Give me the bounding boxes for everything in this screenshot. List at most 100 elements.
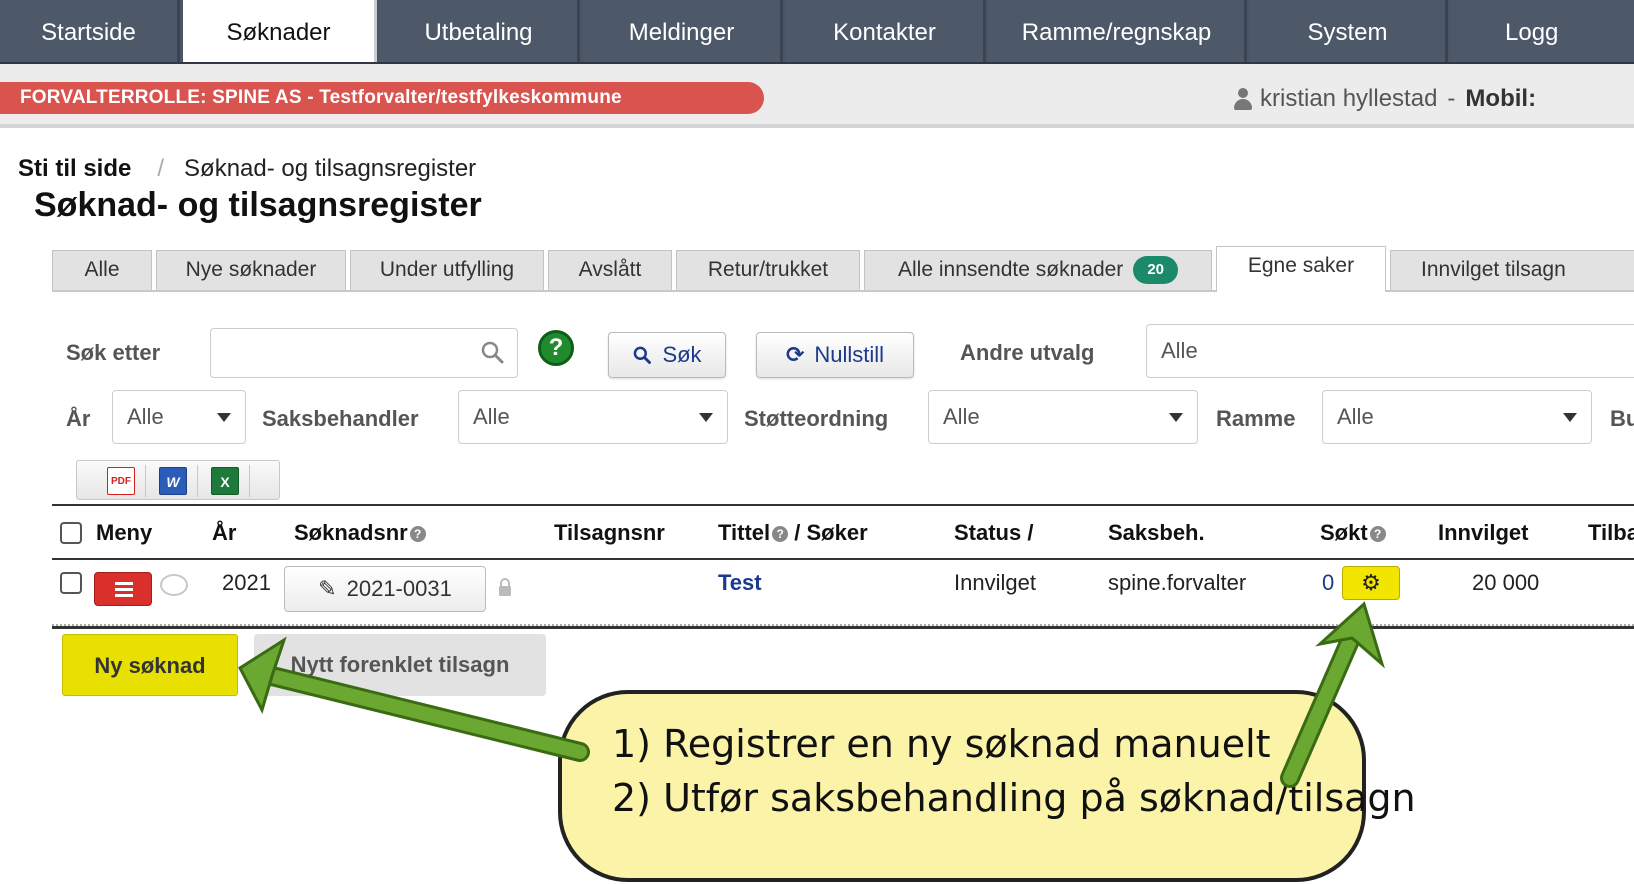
tab-retur-trukket[interactable]: Retur/trukket — [676, 250, 860, 290]
nav-tab-soknader[interactable]: Søknader — [183, 0, 377, 62]
other-selection-select[interactable]: Alle — [1146, 324, 1634, 378]
filter-tabs: Alle Nye søknader Under utfylling Avslåt… — [52, 246, 1634, 292]
table-header: Meny År Søknadsnr? Tilsagnsnr Tittel? / … — [52, 504, 1634, 560]
col-menu[interactable]: Meny — [96, 520, 152, 546]
gear-icon: ⚙ — [1361, 570, 1381, 595]
scheme-select[interactable]: Alle — [928, 390, 1198, 444]
nav-tab-utbetaling[interactable]: Utbetaling — [380, 0, 580, 62]
tab-nye-soknader[interactable]: Nye søknader — [156, 250, 346, 290]
handler-select[interactable]: Alle — [458, 390, 728, 444]
row-handler: spine.forvalter — [1108, 570, 1247, 595]
frame-label: Ramme — [1216, 406, 1296, 431]
role-bar: FORVALTERROLLE: SPINE AS - Testforvalter… — [0, 64, 1634, 128]
year-select[interactable]: Alle — [112, 390, 246, 444]
col-app-no-label: Søknadsnr — [294, 520, 408, 545]
breadcrumb-root: Sti til side — [18, 155, 132, 182]
breadcrumb: Sti til side / Søknad- og tilsagnsregister — [18, 155, 476, 183]
search-button-icon — [634, 346, 652, 364]
nav-tab-kontakter[interactable]: Kontakter — [786, 0, 986, 62]
breadcrumb-separator: / — [157, 155, 165, 182]
edit-application-button[interactable]: ✎ 2021-0031 — [284, 566, 486, 612]
count-badge: 20 — [1133, 256, 1178, 284]
search-input[interactable] — [210, 328, 518, 378]
other-selection-label: Andre utvalg — [960, 340, 1095, 365]
help-icon[interactable]: ? — [772, 526, 789, 542]
col-grant-no[interactable]: Tilsagnsnr — [554, 520, 665, 546]
handler-label: Saksbehandler — [262, 406, 419, 431]
year-value: Alle — [127, 404, 164, 429]
role-badge: FORVALTERROLLE: SPINE AS - Testforvalter… — [0, 82, 764, 114]
frame-value: Alle — [1337, 404, 1374, 429]
row-granted: 20 000 — [1472, 570, 1540, 595]
col-status[interactable]: Status / — [954, 520, 1033, 546]
col-granted[interactable]: Innvilget — [1438, 520, 1528, 546]
nav-tab-startside[interactable]: Startside — [0, 0, 180, 62]
word-export-icon[interactable]: W — [159, 467, 187, 495]
callout-line-2: 2) Utfør saksbehandling på søknad/tilsag… — [612, 776, 1416, 820]
tab-avslatt[interactable]: Avslått — [548, 250, 672, 290]
chevron-down-icon — [217, 413, 231, 422]
nav-tab-logg[interactable]: Logg — [1451, 0, 1634, 62]
reset-button-label: Nullstill — [814, 342, 885, 367]
scheme-value: Alle — [943, 404, 980, 429]
export-divider — [197, 465, 198, 497]
chevron-down-icon — [1169, 413, 1183, 422]
table-bottom-border — [52, 626, 1634, 629]
reset-button[interactable]: ⟳ Nullstill — [756, 332, 914, 378]
nav-tab-ramme-regnskap[interactable]: Ramme/regnskap — [989, 0, 1247, 62]
col-year[interactable]: År — [212, 520, 236, 546]
row-title-link[interactable]: Test — [718, 570, 762, 596]
col-title[interactable]: Tittel? / Søker — [718, 520, 868, 546]
row-checkbox[interactable] — [60, 572, 82, 594]
excel-export-icon[interactable]: X — [211, 467, 239, 495]
help-icon[interactable]: ? — [409, 526, 426, 542]
col-app-no[interactable]: Søknadsnr? — [294, 520, 426, 546]
other-selection-value: Alle — [1161, 338, 1198, 363]
tab-egne-saker[interactable]: Egne saker — [1216, 246, 1386, 292]
search-icon — [481, 341, 504, 364]
page-title: Søknad- og tilsagnsregister — [34, 186, 482, 224]
tab-alle-innsendte-label: Alle innsendte søknader — [898, 258, 1124, 281]
refresh-icon: ⟳ — [785, 342, 805, 367]
row-year: 2021 — [222, 570, 271, 595]
tab-under-utfylling[interactable]: Under utfylling — [350, 250, 544, 290]
extra-filter-label: Bu — [1610, 406, 1634, 431]
frame-select[interactable]: Alle — [1322, 390, 1592, 444]
breadcrumb-current: Søknad- og tilsagnsregister — [184, 155, 477, 182]
nav-tab-meldinger[interactable]: Meldinger — [583, 0, 783, 62]
col-applied-label: Søkt — [1320, 520, 1368, 545]
tab-innvilget-tilsagn[interactable]: Innvilget tilsagn — [1390, 250, 1634, 290]
pdf-export-icon[interactable]: PDF — [107, 467, 135, 495]
help-icon[interactable]: ? — [1369, 526, 1386, 542]
user-separator: - — [1447, 85, 1456, 112]
comment-icon[interactable] — [160, 574, 188, 596]
search-button-label: Søk — [662, 342, 702, 367]
instruction-callout: 1) Registrer en ny søknad manuelt 2) Utf… — [558, 690, 1416, 882]
hamburger-icon — [115, 582, 133, 585]
help-icon[interactable]: ? — [538, 330, 574, 366]
simplified-grant-button[interactable]: Nytt forenklet tilsagn — [254, 634, 546, 696]
row-app-no: 2021-0031 — [346, 576, 452, 601]
col-applied[interactable]: Søkt? — [1320, 520, 1386, 546]
col-applicant-label: / Søker — [794, 520, 868, 545]
col-handler[interactable]: Saksbeh. — [1108, 520, 1205, 546]
lock-icon — [499, 578, 511, 596]
search-button[interactable]: Søk — [608, 332, 726, 378]
select-all-checkbox[interactable] — [60, 522, 82, 544]
row-applied-link[interactable]: 0 — [1322, 570, 1334, 596]
export-divider — [249, 465, 250, 497]
export-divider — [145, 465, 146, 497]
col-extra[interactable]: Tilba — [1588, 520, 1634, 546]
chevron-down-icon — [1563, 413, 1577, 422]
user-info[interactable]: kristian hyllestad - Mobil: — [1234, 82, 1634, 116]
col-title-label: Tittel — [718, 520, 771, 545]
tab-alle-innsendte[interactable]: Alle innsendte søknader 20 — [864, 250, 1212, 290]
new-application-button[interactable]: Ny søknad — [62, 634, 238, 696]
search-label: Søk etter — [66, 340, 161, 365]
nav-tab-system[interactable]: System — [1250, 0, 1448, 62]
case-handling-button[interactable]: ⚙ — [1342, 566, 1400, 600]
row-menu-button[interactable] — [94, 572, 152, 606]
scheme-label: Støtteordning — [744, 406, 889, 431]
tab-alle[interactable]: Alle — [52, 250, 152, 290]
user-icon — [1234, 88, 1252, 110]
